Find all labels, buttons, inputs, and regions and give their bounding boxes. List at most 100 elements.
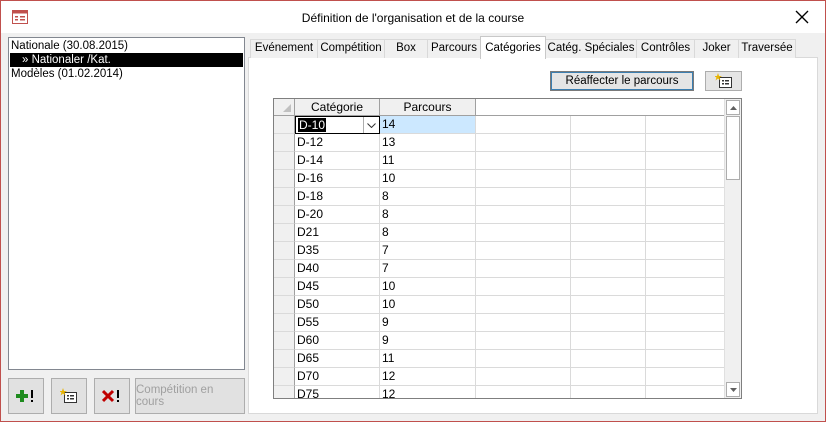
- table-row[interactable]: D60 9: [274, 332, 726, 350]
- row-selector[interactable]: [274, 188, 295, 206]
- course-cell[interactable]: 7: [380, 242, 476, 260]
- reassign-course-button[interactable]: Réaffecter le parcours: [550, 71, 694, 91]
- tab-categories[interactable]: Catégories: [480, 36, 546, 59]
- table-row[interactable]: D-14 11: [274, 152, 726, 170]
- tab-controles[interactable]: Contrôles: [636, 39, 695, 58]
- row-selector[interactable]: [274, 314, 295, 332]
- table-row[interactable]: D-10 14: [274, 116, 726, 134]
- row-selector[interactable]: [274, 170, 295, 188]
- category-cell[interactable]: D40: [295, 260, 380, 278]
- course-cell[interactable]: 8: [380, 206, 476, 224]
- course-cell[interactable]: 12: [380, 368, 476, 386]
- scroll-up-button[interactable]: [726, 100, 740, 115]
- course-cell[interactable]: 14: [380, 116, 476, 134]
- tab-evenement[interactable]: Evénement: [250, 39, 318, 58]
- row-selector[interactable]: [274, 206, 295, 224]
- row-selector[interactable]: [274, 296, 295, 314]
- scroll-thumb[interactable]: [726, 116, 740, 180]
- table-row[interactable]: D21 8: [274, 224, 726, 242]
- new-form-button[interactable]: [51, 378, 87, 414]
- row-selector[interactable]: [274, 224, 295, 242]
- category-cell[interactable]: D70: [295, 368, 380, 386]
- category-cell[interactable]: D-14: [295, 152, 380, 170]
- empty-cell: [476, 386, 571, 398]
- row-selector[interactable]: [274, 350, 295, 368]
- tab-parcours[interactable]: Parcours: [427, 39, 481, 58]
- course-cell[interactable]: 10: [380, 278, 476, 296]
- row-selector[interactable]: [274, 242, 295, 260]
- table-row[interactable]: D35 7: [274, 242, 726, 260]
- row-selector[interactable]: [274, 278, 295, 296]
- category-cell[interactable]: D-16: [295, 170, 380, 188]
- tab-joker[interactable]: Joker: [694, 39, 739, 58]
- category-cell[interactable]: D65: [295, 350, 380, 368]
- course-cell[interactable]: 8: [380, 188, 476, 206]
- categories-grid[interactable]: Catégorie Parcours D-10 14 D-12 13 D-14 11 D-1…: [273, 98, 742, 399]
- table-row[interactable]: D75 12: [274, 386, 726, 398]
- empty-cell: [571, 296, 646, 314]
- grid-scrollbar[interactable]: [724, 99, 741, 398]
- tab-traversee[interactable]: Traversée: [738, 39, 796, 58]
- row-selector[interactable]: [274, 134, 295, 152]
- category-cell[interactable]: D45: [295, 278, 380, 296]
- close-icon[interactable]: [793, 8, 811, 26]
- tree-item-nationaler-kat[interactable]: » Nationaler /Kat.: [10, 53, 243, 67]
- table-row[interactable]: D50 10: [274, 296, 726, 314]
- course-cell[interactable]: 9: [380, 314, 476, 332]
- category-cell[interactable]: D60: [295, 332, 380, 350]
- category-cell[interactable]: D-10: [295, 116, 380, 134]
- course-cell[interactable]: 7: [380, 260, 476, 278]
- course-cell[interactable]: 8: [380, 224, 476, 242]
- row-selector[interactable]: [274, 332, 295, 350]
- dropdown-button[interactable]: [363, 117, 379, 133]
- category-cell[interactable]: D35: [295, 242, 380, 260]
- table-row[interactable]: D40 7: [274, 260, 726, 278]
- course-cell[interactable]: 10: [380, 170, 476, 188]
- tree-item-nationale[interactable]: Nationale (30.08.2015): [11, 39, 128, 53]
- category-cell[interactable]: D75: [295, 386, 380, 398]
- grid-header-categorie[interactable]: Catégorie: [295, 99, 380, 116]
- category-value: D-16: [297, 171, 324, 185]
- category-cell[interactable]: D-12: [295, 134, 380, 152]
- row-selector[interactable]: [274, 260, 295, 278]
- new-record-button[interactable]: [705, 71, 742, 91]
- table-row[interactable]: D-20 8: [274, 206, 726, 224]
- table-row[interactable]: D70 12: [274, 368, 726, 386]
- table-row[interactable]: D-12 13: [274, 134, 726, 152]
- table-row[interactable]: D45 10: [274, 278, 726, 296]
- grid-corner[interactable]: [274, 99, 295, 116]
- table-row[interactable]: D55 9: [274, 314, 726, 332]
- scroll-down-button[interactable]: [726, 382, 740, 397]
- table-row[interactable]: D65 11: [274, 350, 726, 368]
- row-selector[interactable]: [274, 116, 295, 134]
- category-cell[interactable]: D-18: [295, 188, 380, 206]
- organisation-tree[interactable]: Nationale (30.08.2015) » Nationaler /Kat…: [8, 37, 245, 370]
- course-cell[interactable]: 13: [380, 134, 476, 152]
- category-cell[interactable]: D21: [295, 224, 380, 242]
- category-cell[interactable]: D50: [295, 296, 380, 314]
- tab-categories-speciales[interactable]: Catég. Spéciales: [545, 39, 637, 58]
- empty-cell: [571, 152, 646, 170]
- competition-in-progress-button[interactable]: Compétition en cours: [135, 378, 245, 414]
- row-selector[interactable]: [274, 152, 295, 170]
- add-button[interactable]: [8, 378, 44, 414]
- tree-item-modeles[interactable]: Modèles (01.02.2014): [11, 67, 123, 81]
- category-cell[interactable]: D55: [295, 314, 380, 332]
- course-cell[interactable]: 11: [380, 152, 476, 170]
- course-cell[interactable]: 11: [380, 350, 476, 368]
- category-value: D45: [297, 279, 320, 293]
- grid-header-parcours[interactable]: Parcours: [380, 99, 476, 116]
- table-row[interactable]: D-16 10: [274, 170, 726, 188]
- empty-cell: [476, 224, 571, 242]
- course-cell[interactable]: 10: [380, 296, 476, 314]
- tab-competition[interactable]: Compétition: [317, 39, 385, 58]
- category-value: D70: [297, 369, 320, 383]
- row-selector[interactable]: [274, 386, 295, 398]
- course-cell[interactable]: 9: [380, 332, 476, 350]
- category-cell[interactable]: D-20: [295, 206, 380, 224]
- course-cell[interactable]: 12: [380, 386, 476, 398]
- delete-button[interactable]: [94, 378, 130, 414]
- table-row[interactable]: D-18 8: [274, 188, 726, 206]
- tab-box[interactable]: Box: [384, 39, 428, 58]
- row-selector[interactable]: [274, 368, 295, 386]
